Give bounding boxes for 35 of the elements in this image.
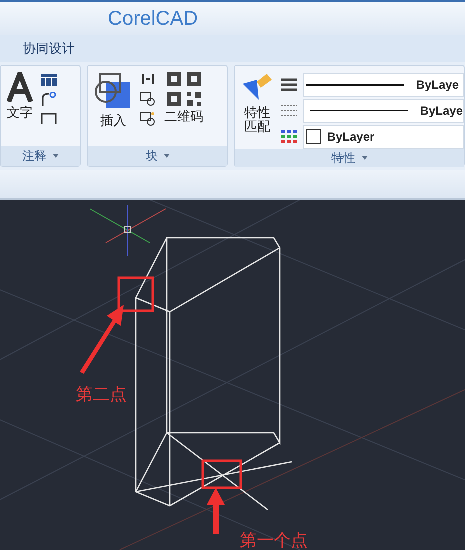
ribbon-button[interactable]: 二维码 <box>164 72 204 124</box>
dimension-icon <box>41 112 57 124</box>
block-edit-icon <box>140 92 156 106</box>
highlight-box <box>202 460 242 490</box>
letter-icon <box>7 72 33 102</box>
qr-code-icon <box>166 72 201 106</box>
ucs-icon <box>90 204 166 256</box>
lineweight-dropdown[interactable]: ByLaye <box>303 72 464 96</box>
annotation-label: 第二点 <box>76 384 127 406</box>
window-title: CorelCAD <box>108 6 198 32</box>
leader-icon <box>41 92 57 106</box>
table-icon <box>41 74 57 86</box>
caret-icon <box>164 154 170 158</box>
linetype-icon <box>281 104 298 118</box>
color-dropdown[interactable]: ByLayer <box>303 124 464 148</box>
color-palette-icon <box>281 130 298 144</box>
ribbon-button[interactable]: 插入 <box>94 72 132 128</box>
group-label[interactable]: 特性 <box>332 149 356 167</box>
insert-block-icon <box>94 72 132 110</box>
attribute-icon <box>140 72 156 86</box>
color-swatch <box>306 129 322 144</box>
menu-tab[interactable]: 协同设计 <box>20 38 78 58</box>
lineweight-icon <box>281 78 298 92</box>
ribbon-button[interactable]: 特性匹配 <box>241 72 274 134</box>
linetype-dropdown[interactable]: ByLaye <box>303 98 464 122</box>
annotation-label: 第一个点 <box>240 530 308 550</box>
arrow <box>207 488 225 534</box>
ribbon-button[interactable]: 文字 <box>7 72 33 120</box>
arrow <box>80 305 124 374</box>
caret-icon <box>362 156 368 160</box>
block-define-icon <box>140 112 156 126</box>
caret-icon <box>52 154 59 158</box>
group-label[interactable]: 块 <box>146 147 158 165</box>
brush-icon <box>241 72 274 102</box>
highlight-box <box>118 276 154 312</box>
